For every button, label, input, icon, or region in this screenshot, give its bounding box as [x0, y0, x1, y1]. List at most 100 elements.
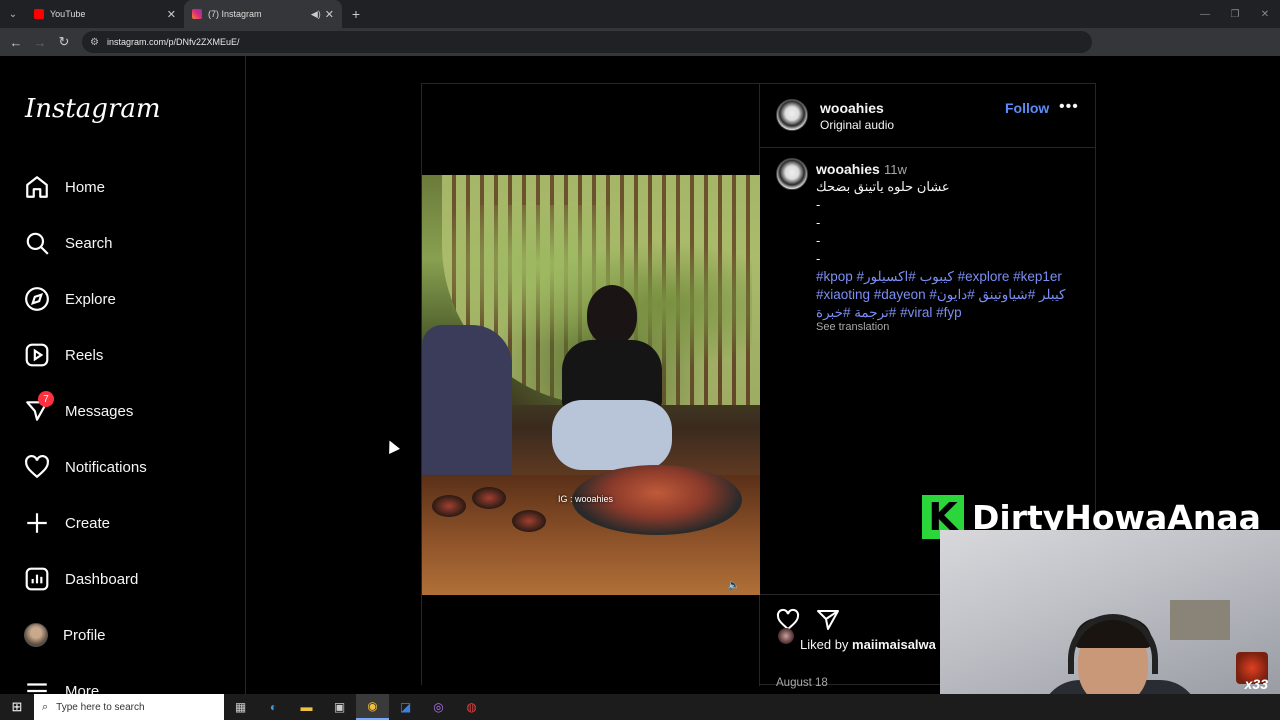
instagram-logo[interactable]: Instagram [25, 94, 161, 124]
chart-icon [25, 567, 49, 591]
comment-username[interactable]: wooahies [816, 161, 880, 177]
close-tab-icon[interactable]: ✕ [167, 8, 176, 21]
mouse-cursor [384, 438, 400, 454]
video-watermark: IG : wooahies [558, 494, 614, 504]
person-head [587, 285, 637, 345]
url-text: instagram.com/p/DNfv2ZXMEuE/ [106, 37, 240, 47]
back-icon[interactable]: ← [4, 35, 28, 50]
sidebar-item-label: Messages [65, 402, 134, 420]
video-player[interactable]: IG : wooahies 🔈 [422, 175, 760, 595]
hashtags[interactable]: #kpop #كيبوب #اكسيلور #explore #kep1er #… [816, 268, 1086, 322]
caption-dash: - [816, 233, 821, 248]
sidebar-item-create[interactable]: Create [24, 507, 224, 539]
tab-instagram[interactable]: (7) Instagram ◀) ✕ [184, 0, 342, 28]
sidebar-item-dashboard[interactable]: Dashboard [24, 563, 224, 595]
avatar [24, 623, 48, 647]
liked-by-user[interactable]: maiimaisalwa [852, 637, 936, 652]
chrome-icon[interactable]: ◉ [356, 694, 389, 720]
sidebar-item-label: Search [65, 234, 113, 252]
background-shelf [1170, 600, 1230, 640]
sidebar-item-profile[interactable]: Profile [24, 619, 224, 651]
sidebar-item-reels[interactable]: Reels [24, 339, 224, 371]
forward-icon[interactable]: → [28, 35, 52, 50]
post-age[interactable]: 11w [884, 162, 907, 177]
sidebar-item-label: More [65, 682, 100, 695]
sidebar-item-label: Reels [65, 346, 104, 364]
sidebar-item-label: Create [65, 514, 111, 532]
close-tab-icon[interactable]: ✕ [325, 8, 334, 21]
seated-person [552, 285, 672, 475]
obs-icon[interactable]: ◍ [455, 694, 488, 720]
sidebar-item-label: Home [65, 178, 106, 196]
caption-dash: - [816, 251, 821, 266]
outlook-icon[interactable]: ◪ [389, 694, 422, 720]
sidebar-item-home[interactable]: Home [24, 171, 224, 203]
emote-count: x33 [1244, 676, 1268, 692]
plus-icon [27, 513, 47, 533]
windows-taskbar: ⊞ ⌕ Type here to search ▦ ◐ ▬ ▣ ◉ ◪ ◎ ◍ [0, 694, 1280, 720]
author-username[interactable]: wooahies [820, 100, 884, 116]
maximize-icon[interactable]: ❐ [1220, 0, 1250, 28]
store-icon[interactable]: ▣ [323, 694, 356, 720]
menu-icon [27, 683, 47, 693]
audio-label[interactable]: Original audio [820, 118, 894, 132]
see-translation-link[interactable]: See translation [816, 321, 889, 333]
share-icon[interactable] [816, 608, 840, 632]
sidebar-item-label: Dashboard [65, 570, 139, 588]
author-avatar[interactable] [776, 99, 808, 131]
minimize-icon[interactable]: — [1190, 0, 1220, 28]
sidebar-item-more[interactable]: More [24, 675, 224, 694]
sidebar-item-label: Notifications [65, 458, 147, 476]
tab-youtube[interactable]: YouTube ✕ [26, 0, 184, 28]
post-media: IG : wooahies 🔈 [422, 84, 760, 686]
youtube-favicon-icon [34, 9, 44, 19]
tab-search-icon[interactable]: ⌄ [0, 0, 26, 28]
liked-by-prefix: Liked by [800, 637, 853, 652]
heart-icon [25, 454, 49, 479]
caption-dash: - [816, 197, 821, 212]
window-controls: — ❐ ✕ [1190, 0, 1280, 28]
taskbar-search[interactable]: ⌕ Type here to search [34, 694, 224, 720]
sidebar-item-explore[interactable]: Explore [24, 283, 224, 315]
address-bar[interactable]: ⚙ instagram.com/p/DNfv2ZXMEuE/ [82, 31, 1092, 53]
browser-tab-bar: ⌄ YouTube ✕ (7) Instagram ◀) ✕ + — ❐ ✕ [0, 0, 1280, 28]
side-dish [512, 510, 546, 532]
task-view-icon[interactable]: ▦ [224, 694, 257, 720]
reload-icon[interactable]: ↻ [52, 34, 76, 50]
tab-title: (7) Instagram [208, 9, 262, 19]
compass-icon [25, 287, 49, 311]
liker-avatar [778, 628, 794, 644]
browser-toolbar: ← → ↻ ⚙ instagram.com/p/DNfv2ZXMEuE/ ⧉ ⌕… [0, 28, 1280, 77]
site-info-icon[interactable]: ⚙ [90, 37, 99, 48]
person-legs [552, 400, 672, 470]
speaker-icon[interactable]: ◀) [311, 9, 321, 20]
reels-icon [25, 343, 49, 367]
follow-button[interactable]: Follow [1005, 100, 1049, 116]
search-icon [26, 232, 49, 255]
home-icon [26, 176, 48, 198]
sidebar-item-label: Explore [65, 290, 116, 308]
discord-icon[interactable]: ◎ [422, 694, 455, 720]
sidebar-item-search[interactable]: Search [24, 227, 224, 259]
sidebar-item-messages[interactable]: 7 Messages [24, 391, 224, 427]
new-tab-button[interactable]: + [346, 6, 366, 22]
mute-icon[interactable]: 🔈 [728, 580, 740, 591]
sidebar-item-notifications[interactable]: Notifications [24, 451, 224, 483]
taskbar-search-placeholder: Type here to search [56, 701, 145, 713]
caption-text: عشان حلوه ياتينق بضحك [816, 179, 950, 194]
sidebar-item-label: Profile [63, 626, 106, 644]
close-window-icon[interactable]: ✕ [1250, 0, 1280, 28]
tab-title: YouTube [50, 9, 86, 19]
more-options-icon[interactable]: ••• [1059, 98, 1079, 116]
caption-dash: - [816, 215, 821, 230]
edge-icon[interactable]: ◐ [257, 694, 290, 720]
windows-start-icon[interactable]: ⊞ [0, 699, 34, 715]
sidebar: Instagram Home Search Explore Reels 7 Me… [0, 56, 246, 694]
webcam-overlay: x33 [940, 530, 1280, 694]
instagram-favicon-icon [192, 9, 202, 19]
search-icon: ⌕ [42, 700, 49, 713]
comment-author-avatar[interactable] [776, 158, 808, 190]
unread-badge: 7 [38, 391, 54, 407]
file-explorer-icon[interactable]: ▬ [290, 694, 323, 720]
post-date[interactable]: August 18 [776, 677, 828, 689]
